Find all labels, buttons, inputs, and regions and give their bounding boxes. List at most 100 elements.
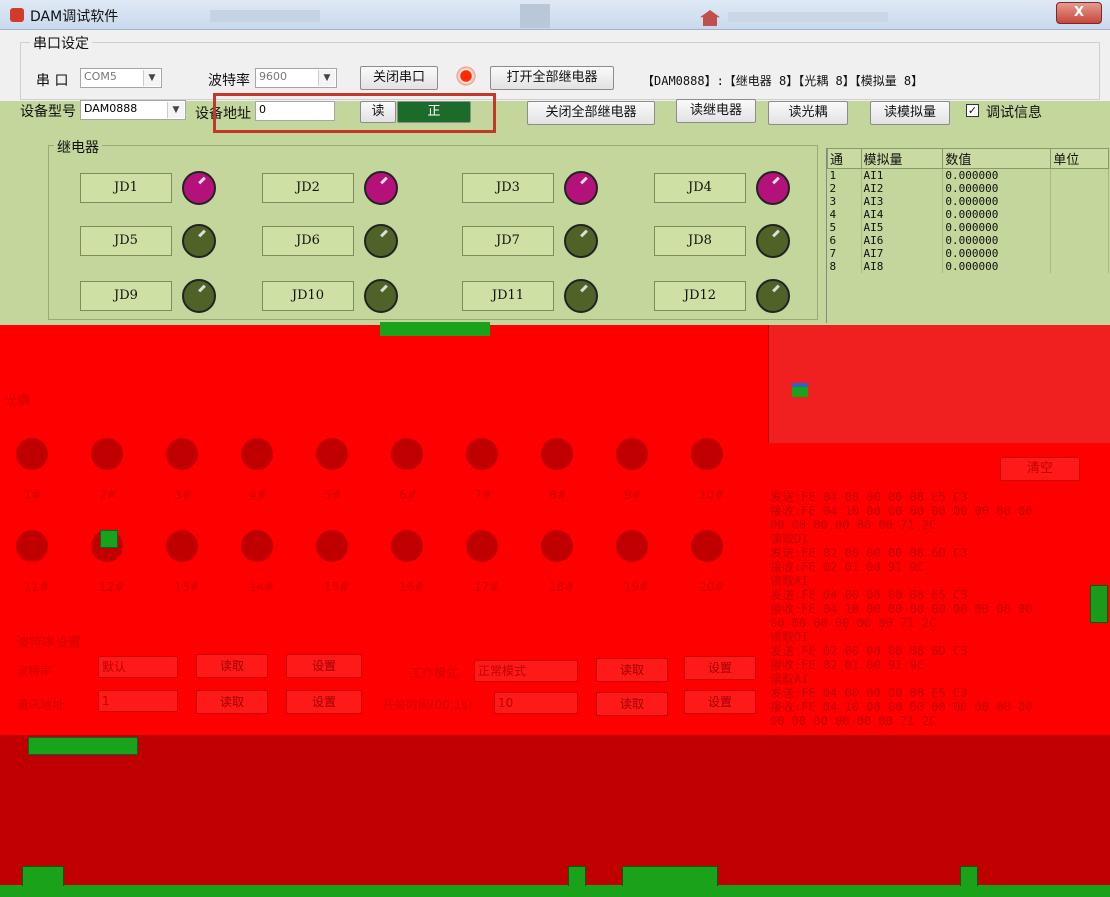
port-value: COM5 xyxy=(84,70,117,83)
relay-button-jd4[interactable]: JD4 xyxy=(654,173,746,203)
port-label: 串 口 xyxy=(36,73,69,89)
relay-status-lamp-icon xyxy=(756,224,790,258)
dark-red-overlay-region xyxy=(0,735,1110,885)
baud-label: 波特率 xyxy=(208,73,250,89)
optocoupler-lamp-icon xyxy=(391,530,423,562)
open-all-relays-button[interactable]: 打开全部继电器 xyxy=(490,66,614,90)
relay-button-jd1[interactable]: JD1 xyxy=(80,173,172,203)
on-off-time-read-button[interactable]: 读取 xyxy=(596,692,668,716)
optocoupler-label: 9# xyxy=(624,488,642,502)
on-off-time-set-button[interactable]: 设置 xyxy=(684,690,756,714)
relay-button-jd5[interactable]: JD5 xyxy=(80,226,172,256)
relay-status-lamp-icon xyxy=(364,279,398,313)
analog-row[interactable]: 6 AI6 0.000000 xyxy=(827,234,1109,247)
optocoupler-label: 1# xyxy=(24,488,42,502)
analog-cell-value: 0.000000 xyxy=(942,247,1052,260)
analog-cell-name: AI7 xyxy=(861,247,944,260)
bottom-green-bar xyxy=(0,885,1110,897)
optocoupler-lamp-icon xyxy=(166,530,198,562)
analog-cell-ch: 5 xyxy=(827,221,862,234)
log-line: 发送:FE 04 00 00 00 08 E5 C3 xyxy=(770,588,968,602)
bottom-tab xyxy=(622,866,718,886)
serial-settings-legend: 串口设定 xyxy=(30,33,92,53)
read-optocouplers-button[interactable]: 读光耦 xyxy=(768,101,848,125)
analog-cell-ch: 2 xyxy=(827,182,862,195)
close-button[interactable]: X xyxy=(1056,2,1102,24)
optocoupler-label: 5# xyxy=(324,488,342,502)
optocoupler-label: 18# xyxy=(549,580,575,594)
relay-button-jd7[interactable]: JD7 xyxy=(462,226,554,256)
analog-cell-name: AI4 xyxy=(861,208,944,221)
analog-row[interactable]: 5 AI5 0.000000 xyxy=(827,221,1109,234)
settings-baud-read-button[interactable]: 读取 xyxy=(196,654,268,678)
log-line: 00 00 00 00 00 00 71 2C xyxy=(770,616,937,630)
optocoupler-label: 13# xyxy=(174,580,200,594)
analog-header-value: 数值 xyxy=(942,148,1052,169)
debug-checkbox-label: 调试信息 xyxy=(986,105,1042,121)
optocoupler-label: 16# xyxy=(399,580,425,594)
device-model-select[interactable]: DAM0888 ▼ xyxy=(80,100,186,120)
analog-row[interactable]: 8 AI8 0.000000 xyxy=(827,260,1109,273)
debug-checkbox[interactable]: ✓ xyxy=(966,104,979,117)
chevron-down-icon: ▼ xyxy=(167,102,184,118)
settings-baud-set-button[interactable]: 设置 xyxy=(286,654,362,678)
analog-row[interactable]: 2 AI2 0.000000 xyxy=(827,182,1109,195)
background-tab-blur xyxy=(520,4,550,28)
relay-button-jd9[interactable]: JD9 xyxy=(80,281,172,311)
analog-row[interactable]: 3 AI3 0.000000 xyxy=(827,195,1109,208)
comm-address-input[interactable]: 1 xyxy=(98,690,178,712)
analog-row[interactable]: 1 AI1 0.000000 xyxy=(827,168,1109,182)
relay-button-jd3[interactable]: JD3 xyxy=(462,173,554,203)
analog-cell-ch: 8 xyxy=(827,260,862,273)
work-mode-label: 工作模式 xyxy=(410,666,459,680)
device-model-value: DAM0888 xyxy=(84,102,138,115)
relay-button-jd8[interactable]: JD8 xyxy=(654,226,746,256)
comm-address-read-button[interactable]: 读取 xyxy=(196,690,268,714)
analog-cell-unit xyxy=(1050,221,1109,234)
comm-address-label: 通讯地址 xyxy=(16,698,65,712)
analog-cell-name: AI8 xyxy=(861,260,944,273)
analog-cell-name: AI3 xyxy=(861,195,944,208)
optocoupler-lamp-icon xyxy=(166,438,198,470)
port-select[interactable]: COM5 ▼ xyxy=(80,68,162,88)
relay-status-lamp-icon xyxy=(564,279,598,313)
relay-legend: 继电器 xyxy=(54,137,102,157)
chevron-down-icon: ▼ xyxy=(318,70,335,86)
analog-row[interactable]: 4 AI4 0.000000 xyxy=(827,208,1109,221)
relay-status-lamp-icon xyxy=(564,224,598,258)
work-mode-select[interactable]: 正常模式 xyxy=(474,660,578,682)
relay-button-jd2[interactable]: JD2 xyxy=(262,173,354,203)
optocoupler-lamp-icon xyxy=(466,438,498,470)
clear-log-button[interactable]: 清空 xyxy=(1000,457,1080,481)
relay-button-jd10[interactable]: JD10 xyxy=(262,281,354,311)
optocoupler-lamp-icon xyxy=(466,530,498,562)
optocoupler-label: 6# xyxy=(399,488,417,502)
log-line: 读取DI xyxy=(770,630,809,644)
on-off-time-input[interactable]: 10 xyxy=(494,692,578,714)
glitch-block xyxy=(792,383,808,397)
close-all-relays-button[interactable]: 关闭全部继电器 xyxy=(527,101,655,125)
work-mode-read-button[interactable]: 读取 xyxy=(596,658,668,682)
analog-cell-value: 0.000000 xyxy=(942,195,1052,208)
read-analog-button[interactable]: 读模拟量 xyxy=(870,101,950,125)
settings-baud-select[interactable]: 默认 xyxy=(98,656,178,678)
baud-select[interactable]: 9600 ▼ xyxy=(255,68,337,88)
relay-button-jd11[interactable]: JD11 xyxy=(462,281,554,311)
baud-settings-legend: 波特率设置 xyxy=(16,636,82,651)
baud-value: 9600 xyxy=(259,70,287,83)
status-glitch-block xyxy=(28,737,138,755)
log-line: 发送:FE 02 00 00 00 08 6D C3 xyxy=(770,546,968,560)
relay-status-lamp-icon xyxy=(756,279,790,313)
window-title: DAM调试软件 xyxy=(30,9,119,25)
relay-button-jd6[interactable]: JD6 xyxy=(262,226,354,256)
relay-button-jd12[interactable]: JD12 xyxy=(654,281,746,311)
work-mode-set-button[interactable]: 设置 xyxy=(684,656,756,680)
optocoupler-legend: 光耦 xyxy=(4,394,31,409)
log-scrollbar-thumb[interactable] xyxy=(1090,585,1108,623)
read-relays-button[interactable]: 读继电器 xyxy=(676,99,756,123)
optocoupler-lamp-icon xyxy=(16,438,48,470)
analog-row[interactable]: 7 AI7 0.000000 xyxy=(827,247,1109,260)
comm-address-set-button[interactable]: 设置 xyxy=(286,690,362,714)
close-port-button[interactable]: 关闭串口 xyxy=(360,66,438,90)
relay-status-lamp-icon xyxy=(182,279,216,313)
